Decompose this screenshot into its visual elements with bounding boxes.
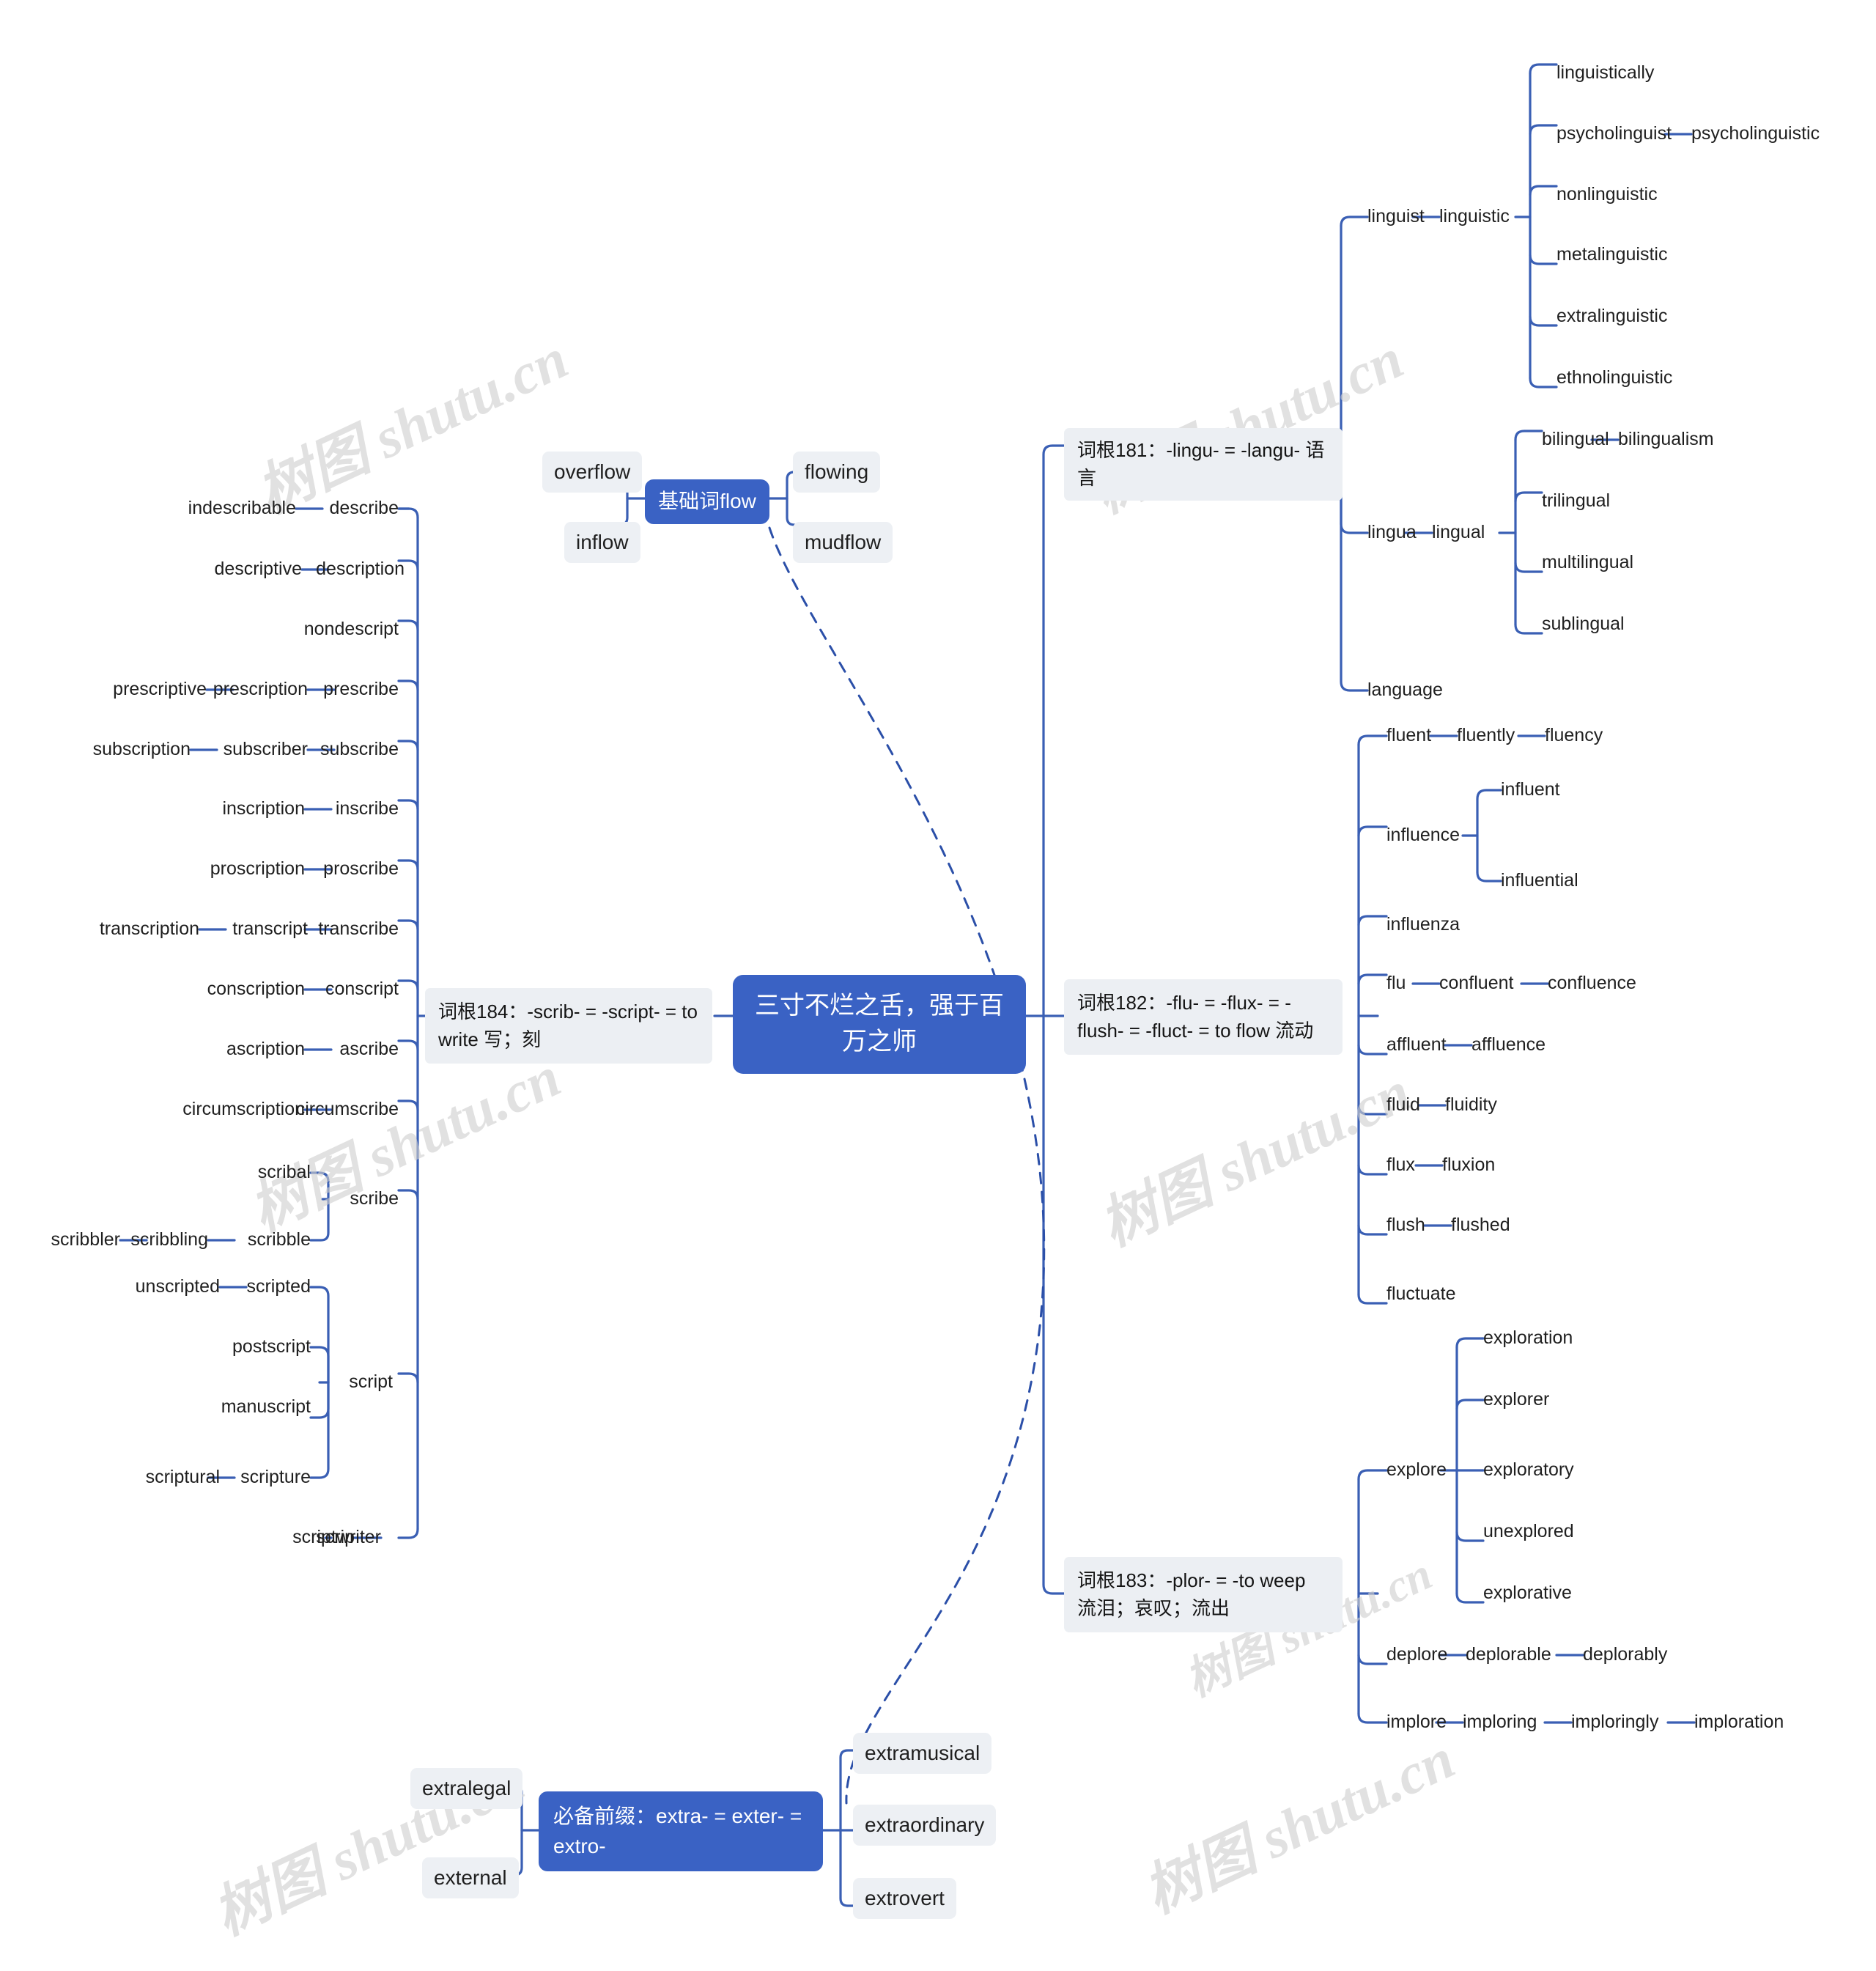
node-subscription[interactable]: subscription xyxy=(0,737,191,762)
node-overflow[interactable]: overflow xyxy=(542,452,643,493)
node-mudflow[interactable]: mudflow xyxy=(793,522,893,563)
node-flux[interactable]: flux xyxy=(1386,1153,1415,1178)
node-influential[interactable]: influential xyxy=(1501,869,1578,894)
node-linguistically[interactable]: linguistically xyxy=(1556,61,1654,86)
node-multilingual[interactable]: multilingual xyxy=(1542,550,1633,575)
node-bilingual[interactable]: bilingual xyxy=(1542,427,1609,452)
node-sublingual[interactable]: sublingual xyxy=(1542,612,1625,637)
node-script[interactable]: script xyxy=(229,1370,393,1395)
node-proscription[interactable]: proscription xyxy=(85,857,305,882)
node-deplorably[interactable]: deplorably xyxy=(1583,1643,1667,1668)
node-explorative[interactable]: explorative xyxy=(1483,1581,1572,1606)
node-extramusical[interactable]: extramusical xyxy=(853,1733,992,1774)
branch-label-184[interactable]: 词根184：-scrib- = -script- = to write 写；刻 xyxy=(425,988,712,1064)
node-imploration[interactable]: imploration xyxy=(1694,1710,1784,1735)
node-lingua[interactable]: lingua xyxy=(1367,520,1417,545)
node-nonlinguistic[interactable]: nonlinguistic xyxy=(1556,183,1658,207)
node-fluently[interactable]: fluently xyxy=(1457,723,1515,748)
node-ascription[interactable]: ascription xyxy=(85,1037,305,1062)
watermark: 树图 shutu.cn xyxy=(1134,1725,1464,1926)
node-influenza[interactable]: influenza xyxy=(1386,913,1460,937)
node-fluidity[interactable]: fluidity xyxy=(1445,1093,1497,1118)
node-indescribable[interactable]: indescribable xyxy=(59,496,296,521)
node-fluxion[interactable]: fluxion xyxy=(1442,1153,1495,1178)
node-confluence[interactable]: confluence xyxy=(1548,971,1636,996)
node-lingual[interactable]: lingual xyxy=(1432,520,1485,545)
center-node[interactable]: 三寸不烂之舌，强于百万之师 xyxy=(733,975,1026,1074)
mindmap-canvas: 树图 shutu.cn 树图 shutu.cn 树图 shutu.cn 树图 s… xyxy=(0,0,1876,1971)
node-bilingualism[interactable]: bilingualism xyxy=(1618,427,1714,452)
node-affluent[interactable]: affluent xyxy=(1386,1033,1447,1058)
node-influence[interactable]: influence xyxy=(1386,823,1460,848)
node-inscription[interactable]: inscription xyxy=(85,797,305,822)
node-language[interactable]: language xyxy=(1367,678,1443,703)
node-extraordinary[interactable]: extraordinary xyxy=(853,1805,997,1846)
node-implore[interactable]: implore xyxy=(1386,1710,1447,1735)
node-manuscript[interactable]: manuscript xyxy=(173,1395,311,1420)
node-inflow[interactable]: inflow xyxy=(564,522,640,563)
node-trilingual[interactable]: trilingual xyxy=(1542,489,1610,514)
branch-label-181[interactable]: 词根181：-lingu- = -langu- 语言 xyxy=(1064,428,1343,501)
node-circumscription[interactable]: circumscription xyxy=(73,1097,305,1122)
node-flowing[interactable]: flowing xyxy=(793,452,881,493)
branch-label-182[interactable]: 词根182：-flu- = -flux- = -flush- = -fluct-… xyxy=(1064,979,1343,1056)
node-conscription[interactable]: conscription xyxy=(85,977,305,1002)
node-scriptwriter[interactable]: scriptwriter xyxy=(132,1525,381,1550)
node-explore[interactable]: explore xyxy=(1386,1458,1447,1483)
node-influent[interactable]: influent xyxy=(1501,778,1560,803)
node-exploratory[interactable]: exploratory xyxy=(1483,1458,1574,1483)
node-deplore[interactable]: deplore xyxy=(1386,1643,1447,1668)
branch-label-183[interactable]: 词根183：-plor- = -to weep 流泪；哀叹；流出 xyxy=(1064,1557,1343,1633)
node-scribbler[interactable]: scribbler xyxy=(0,1228,120,1253)
node-ethnolinguistic[interactable]: ethnolinguistic xyxy=(1556,366,1672,391)
node-exploration[interactable]: exploration xyxy=(1483,1326,1573,1351)
node-scribal[interactable]: scribal xyxy=(176,1160,311,1185)
node-psycholinguistic[interactable]: psycholinguistic xyxy=(1691,122,1820,147)
node-linguistic[interactable]: linguistic xyxy=(1439,205,1510,229)
node-metalinguistic[interactable]: metalinguistic xyxy=(1556,243,1667,268)
node-fluent[interactable]: fluent xyxy=(1386,723,1431,748)
watermark: 树图 shutu.cn xyxy=(1090,1058,1420,1259)
node-descriptive[interactable]: descriptive xyxy=(70,557,303,582)
node-prescriptive[interactable]: prescriptive xyxy=(0,677,207,702)
node-confluent[interactable]: confluent xyxy=(1439,971,1513,996)
node-fluency[interactable]: fluency xyxy=(1545,723,1603,748)
node-affluence[interactable]: affluence xyxy=(1471,1033,1546,1058)
node-scribe[interactable]: scribe xyxy=(220,1187,399,1212)
basic-word-node[interactable]: 基础词flow xyxy=(645,479,769,524)
node-explorer[interactable]: explorer xyxy=(1483,1388,1549,1412)
node-linguist[interactable]: linguist xyxy=(1367,205,1425,229)
node-nondescript[interactable]: nondescript xyxy=(179,617,399,642)
node-fluid[interactable]: fluid xyxy=(1386,1093,1420,1118)
node-imploring[interactable]: imploring xyxy=(1463,1710,1537,1735)
node-unscripted[interactable]: unscripted xyxy=(88,1275,220,1300)
node-extralinguistic[interactable]: extralinguistic xyxy=(1556,304,1667,329)
node-psycholinguist[interactable]: psycholinguist xyxy=(1556,122,1672,147)
node-flu[interactable]: flu xyxy=(1386,971,1406,996)
node-imploringly[interactable]: imploringly xyxy=(1571,1710,1658,1735)
node-extrovert[interactable]: extrovert xyxy=(853,1878,956,1919)
node-transcription[interactable]: transcription xyxy=(0,917,199,942)
node-flush[interactable]: flush xyxy=(1386,1213,1425,1238)
node-external[interactable]: external xyxy=(422,1857,519,1898)
node-postscript[interactable]: postscript xyxy=(176,1335,311,1360)
node-scriptural[interactable]: scriptural xyxy=(88,1465,220,1490)
node-extralegal[interactable]: extralegal xyxy=(410,1768,523,1809)
node-flushed[interactable]: flushed xyxy=(1451,1213,1510,1238)
watermark: 树图 shutu.cn xyxy=(240,1044,570,1244)
node-deplorable[interactable]: deplorable xyxy=(1466,1643,1551,1668)
node-fluctuate[interactable]: fluctuate xyxy=(1386,1282,1456,1307)
node-unexplored[interactable]: unexplored xyxy=(1483,1519,1574,1544)
prefix-node[interactable]: 必备前缀：extra- = exter- = extro- xyxy=(539,1791,823,1872)
